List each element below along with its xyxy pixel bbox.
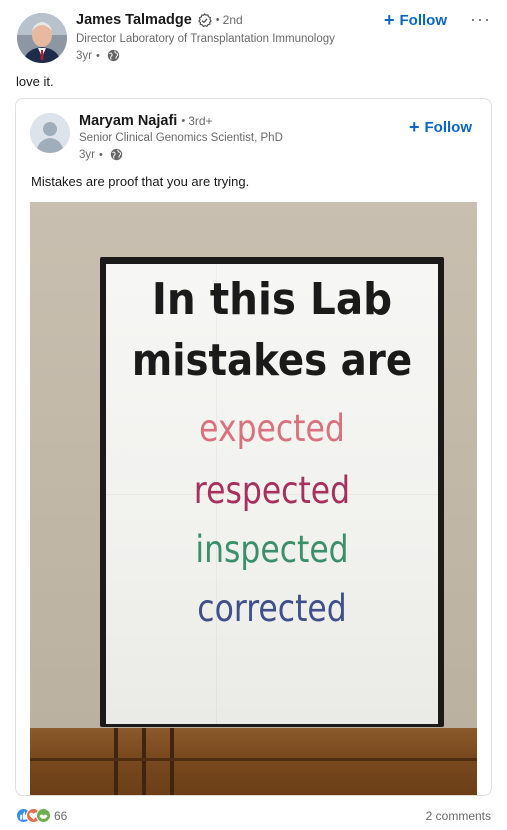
more-options-icon[interactable]: ··· [470,7,490,31]
connection-degree: 2nd [222,13,243,27]
separator-dot: • [181,115,186,127]
poster-line-inspected: inspected [195,528,349,571]
connection-degree: 3rd+ [188,114,213,128]
reshared-author-avatar[interactable] [30,113,70,153]
wooden-shelf [30,728,477,795]
reshared-follow-button[interactable]: + Follow [409,118,472,136]
separator-dot: • [98,148,103,161]
poster-line-respected: respected [193,469,351,512]
reshared-post-card[interactable]: Maryam Najafi • 3rd+ Senior Clinical Gen… [15,98,492,796]
post-commentary: love it. [16,74,54,89]
separator-dot: • [95,49,100,62]
shelf-seam [142,728,146,795]
poster-line-corrected: corrected [197,587,347,630]
reaction-count[interactable]: 66 [54,809,67,823]
shelf-seam [114,728,118,795]
author-name[interactable]: James Talmadge [76,12,192,28]
follow-label: Follow [399,11,448,29]
follow-label: Follow [424,118,473,136]
post-meta: 3yr • [76,49,120,62]
reshared-author-name[interactable]: Maryam Najafi [79,113,177,129]
author-avatar[interactable] [17,13,67,63]
poster-line-expected: expected [199,407,345,450]
comments-count[interactable]: 2 comments [426,809,491,823]
post-header: James Talmadge • 2nd Director Laboratory… [0,0,507,70]
reshared-author-headline: Senior Clinical Genomics Scientist, PhD [79,132,283,144]
plus-icon: + [384,10,395,30]
poster-line-2: mistakes are [131,335,413,386]
globe-icon [107,49,120,62]
reshared-post-meta: 3yr • [79,148,123,161]
globe-icon [110,148,123,161]
poster-line-1: In this Lab [151,274,393,325]
support-icon [36,808,51,823]
verified-badge-icon [197,12,212,28]
separator-dot: • [215,14,220,26]
post-time: 3yr [79,148,95,161]
shelf-seam [170,728,174,795]
author-headline: Director Laboratory of Transplantation I… [76,33,335,45]
reactions-summary[interactable]: 66 [16,808,67,823]
post-image[interactable]: In this Lab mistakes are expected respec… [30,202,477,795]
follow-button[interactable]: + Follow [384,11,447,29]
shelf-edge [30,758,477,761]
post-time: 3yr [76,49,92,62]
reshared-commentary: Mistakes are proof that you are trying. [31,174,250,189]
plus-icon: + [409,117,420,137]
social-counts-bar: 66 2 comments [0,800,507,830]
